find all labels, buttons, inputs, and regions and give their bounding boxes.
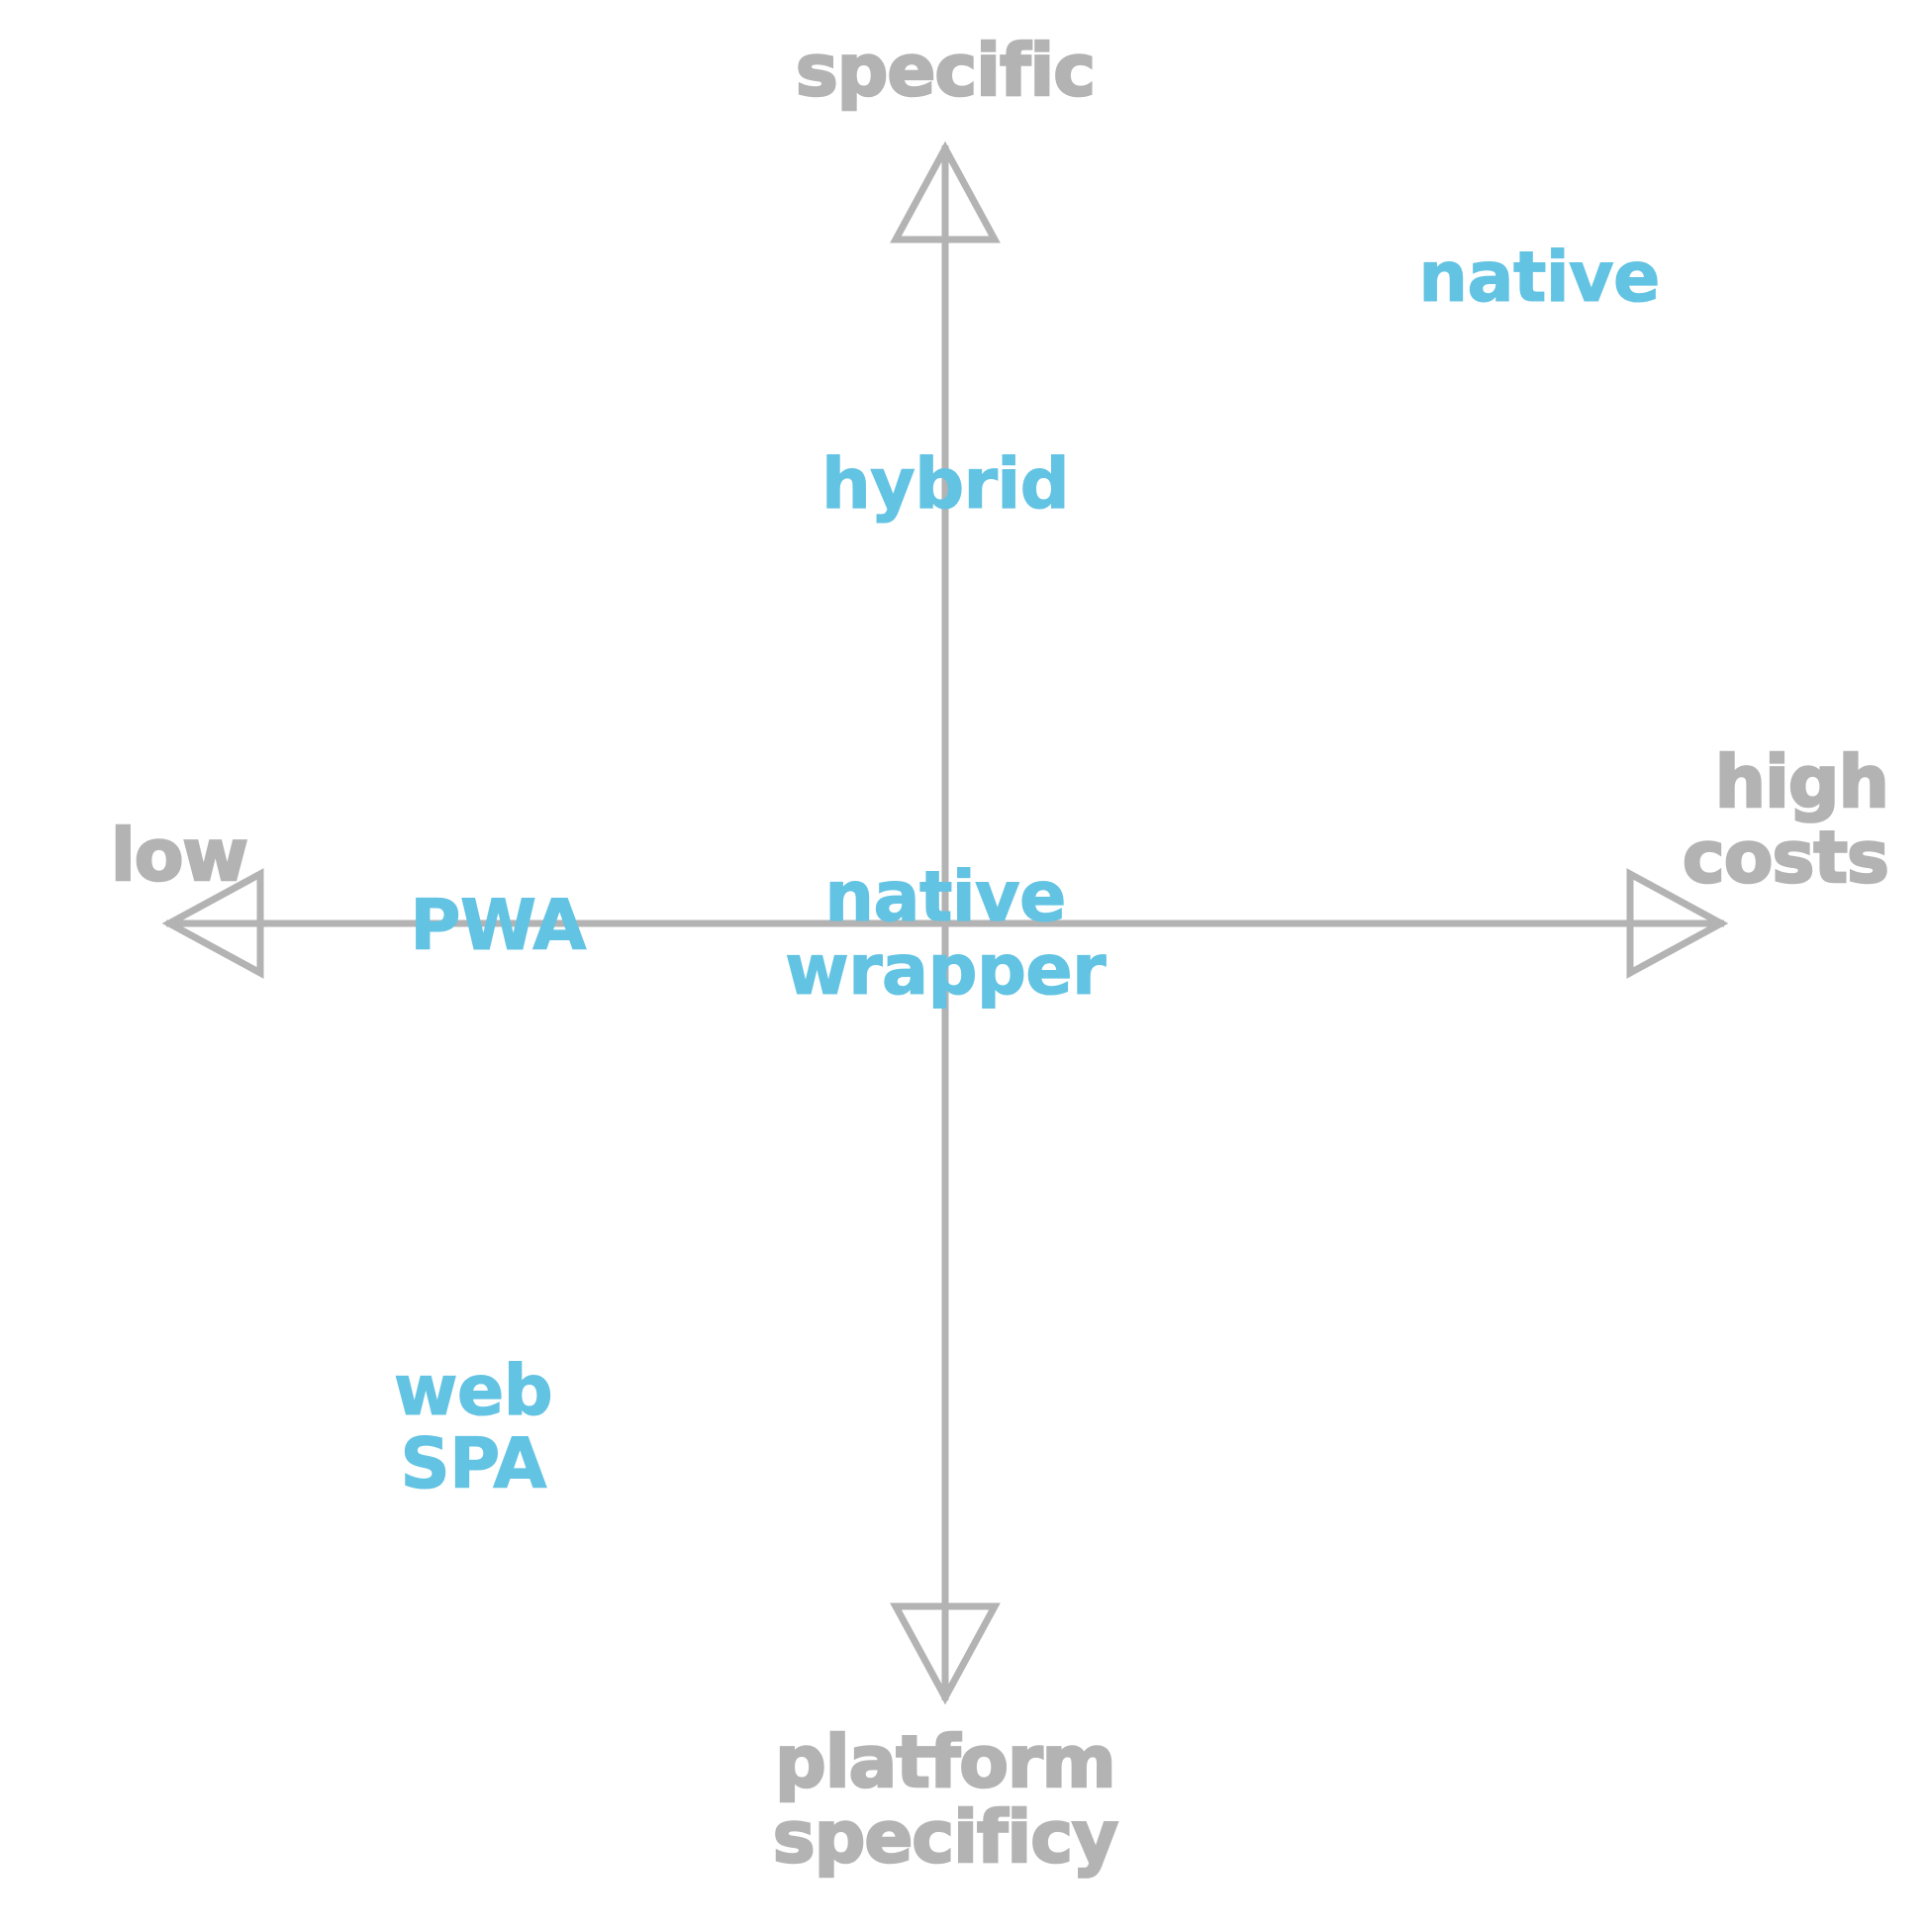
quadrant-diagram-canvas: specific platform specificy low high cos… (0, 0, 1926, 1932)
axis-label-low: low (110, 814, 250, 897)
axis-label-specific: specific (795, 29, 1098, 112)
axis-arrowhead-up-icon (890, 141, 1001, 243)
data-point-pwa: PWA (410, 885, 587, 966)
axis-arrowhead-down-icon (890, 1602, 1001, 1705)
data-point-hybrid: hybrid (820, 443, 1070, 525)
axis-label-platform-specificy: platform specificy (771, 1720, 1119, 1880)
data-point-native-wrapper: native wrapper (785, 856, 1107, 1012)
data-point-web-spa: web SPA (393, 1350, 553, 1505)
data-point-native: native (1418, 237, 1661, 318)
axis-label-high-costs: high costs (1682, 740, 1890, 900)
